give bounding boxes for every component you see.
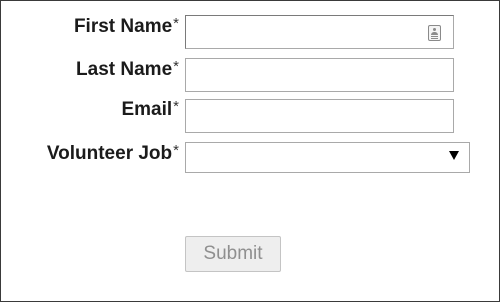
required-marker: *	[173, 15, 179, 32]
volunteer-job-select[interactable]	[185, 142, 470, 173]
email-label: Email*	[121, 98, 179, 121]
required-marker: *	[173, 58, 179, 75]
email-label-text: Email	[121, 99, 173, 120]
first-name-label-text: First Name	[73, 16, 173, 37]
submit-button[interactable]: Submit	[185, 236, 281, 272]
volunteer-form: First Name* Last Name* Email* Volunteer …	[0, 0, 500, 302]
required-marker: *	[173, 98, 179, 115]
email-input[interactable]	[185, 99, 454, 133]
last-name-input[interactable]	[185, 58, 454, 92]
volunteer-job-label-text: Volunteer Job	[46, 143, 173, 164]
required-marker: *	[173, 142, 179, 159]
last-name-label: Last Name*	[76, 58, 179, 81]
dropdown-arrow-icon[interactable]	[449, 151, 459, 160]
first-name-input[interactable]	[185, 15, 454, 49]
last-name-label-text: Last Name	[76, 59, 173, 80]
contact-card-icon[interactable]	[428, 25, 441, 41]
volunteer-job-label: Volunteer Job*	[46, 142, 179, 165]
first-name-label: First Name*	[73, 15, 179, 38]
